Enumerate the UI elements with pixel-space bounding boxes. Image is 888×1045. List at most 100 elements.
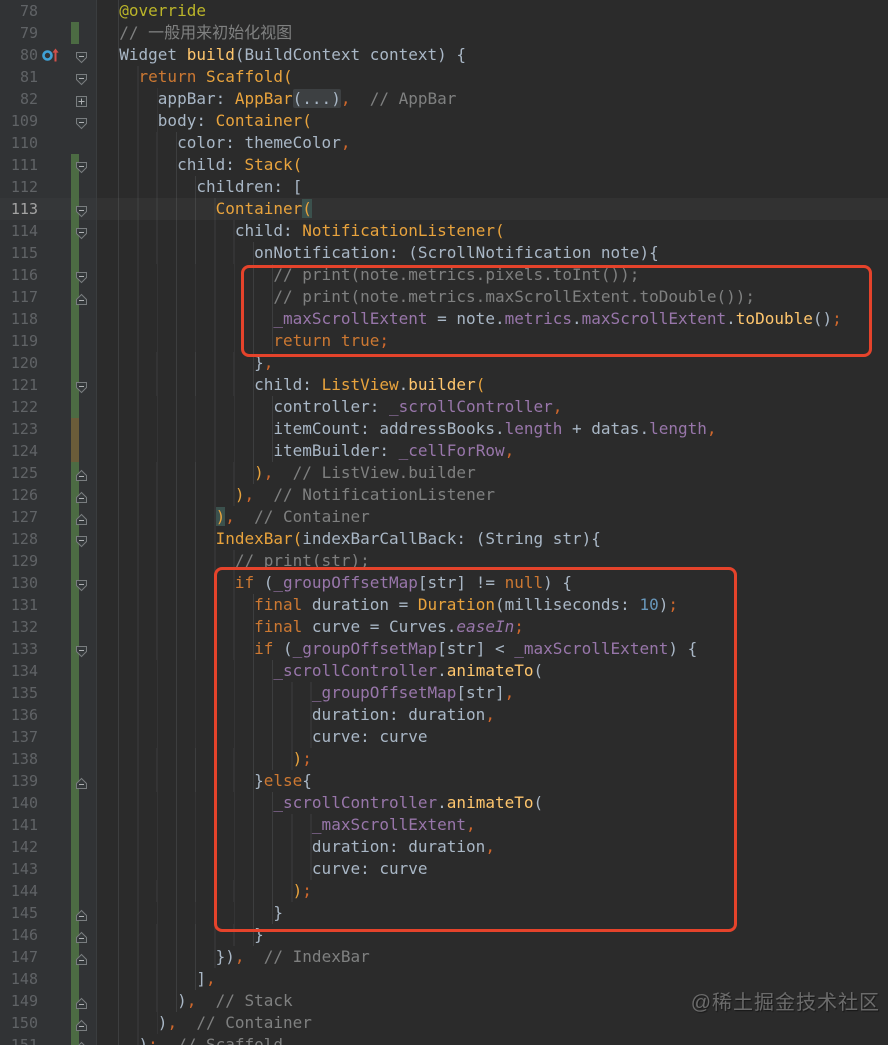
code-text[interactable]: // print(note.metrics.maxScrollExtent.to… xyxy=(97,286,888,308)
line-number[interactable]: 144 xyxy=(0,880,38,902)
fold-collapse-icon[interactable] xyxy=(75,950,88,965)
code-text[interactable]: curve: curve xyxy=(97,726,888,748)
line-number[interactable]: 116 xyxy=(0,264,38,286)
line-number[interactable]: 109 xyxy=(0,110,38,132)
line-number[interactable]: 136 xyxy=(0,704,38,726)
line-number[interactable]: 114 xyxy=(0,220,38,242)
line-number[interactable]: 78 xyxy=(0,0,38,22)
fold-collapse-icon[interactable] xyxy=(75,114,88,130)
code-text[interactable]: child: ListView.builder( xyxy=(97,374,888,396)
line-number[interactable]: 134 xyxy=(0,660,38,682)
code-text[interactable]: return Scaffold( xyxy=(97,66,888,88)
code-text[interactable]: body: Container( xyxy=(97,110,888,132)
fold-expand-icon[interactable] xyxy=(75,92,88,107)
code-line-78[interactable]: 78 @override xyxy=(0,0,888,22)
code-text[interactable]: itemBuilder: _cellForRow, xyxy=(97,440,888,462)
overriding-method-icon[interactable] xyxy=(41,47,61,63)
line-number[interactable]: 131 xyxy=(0,594,38,616)
code-text[interactable]: ); xyxy=(97,880,888,902)
fold-collapse-icon[interactable] xyxy=(75,378,88,394)
code-text[interactable]: controller: _scrollController, xyxy=(97,396,888,418)
code-line-81[interactable]: 81 return Scaffold( xyxy=(0,66,888,88)
code-line-151[interactable]: 151 ); // Scaffold xyxy=(0,1034,888,1045)
code-line-121[interactable]: 121 child: ListView.builder( xyxy=(0,374,888,396)
code-text[interactable]: } xyxy=(97,902,888,924)
code-text[interactable]: if (_groupOffsetMap[str] != null) { xyxy=(97,572,888,594)
line-number[interactable]: 129 xyxy=(0,550,38,572)
code-text[interactable]: final duration = Duration(milliseconds: … xyxy=(97,594,888,616)
code-line-114[interactable]: 114 child: NotificationListener( xyxy=(0,220,888,242)
code-text[interactable]: Container( xyxy=(97,198,888,220)
line-number[interactable]: 145 xyxy=(0,902,38,924)
line-number[interactable]: 111 xyxy=(0,154,38,176)
code-line-137[interactable]: 137 curve: curve xyxy=(0,726,888,748)
line-number[interactable]: 147 xyxy=(0,946,38,968)
line-number[interactable]: 113 xyxy=(0,198,38,220)
code-text[interactable]: _groupOffsetMap[str], xyxy=(97,682,888,704)
line-number[interactable]: 151 xyxy=(0,1034,38,1045)
line-number[interactable]: 126 xyxy=(0,484,38,506)
code-text[interactable]: ); // Scaffold xyxy=(97,1034,888,1045)
code-text[interactable]: @override xyxy=(97,0,888,22)
code-line-144[interactable]: 144 ); xyxy=(0,880,888,902)
fold-collapse-icon[interactable] xyxy=(75,1038,88,1045)
line-number[interactable]: 139 xyxy=(0,770,38,792)
line-number[interactable]: 127 xyxy=(0,506,38,528)
line-number[interactable]: 80 xyxy=(0,44,38,66)
line-number[interactable]: 138 xyxy=(0,748,38,770)
code-line-143[interactable]: 143 curve: curve xyxy=(0,858,888,880)
code-line-150[interactable]: 150 ), // Container xyxy=(0,1012,888,1034)
code-line-110[interactable]: 110 color: themeColor, xyxy=(0,132,888,154)
code-line-135[interactable]: 135 _groupOffsetMap[str], xyxy=(0,682,888,704)
code-line-133[interactable]: 133 if (_groupOffsetMap[str] < _maxScrol… xyxy=(0,638,888,660)
code-line-118[interactable]: 118 _maxScrollExtent = note.metrics.maxS… xyxy=(0,308,888,330)
line-number[interactable]: 137 xyxy=(0,726,38,748)
fold-collapse-icon[interactable] xyxy=(75,576,88,592)
fold-collapse-icon[interactable] xyxy=(75,70,88,86)
code-text[interactable]: onNotification: (ScrollNotification note… xyxy=(97,242,888,264)
code-line-123[interactable]: 123 itemCount: addressBooks.length + dat… xyxy=(0,418,888,440)
code-text[interactable]: }), // IndexBar xyxy=(97,946,888,968)
line-number[interactable]: 112 xyxy=(0,176,38,198)
code-text[interactable]: children: [ xyxy=(97,176,888,198)
fold-collapse-icon[interactable] xyxy=(75,994,88,1009)
code-text[interactable]: final curve = Curves.easeIn; xyxy=(97,616,888,638)
line-number[interactable]: 110 xyxy=(0,132,38,154)
fold-collapse-icon[interactable] xyxy=(75,532,88,548)
line-number[interactable]: 149 xyxy=(0,990,38,1012)
code-line-138[interactable]: 138 ); xyxy=(0,748,888,770)
code-line-131[interactable]: 131 final duration = Duration(millisecon… xyxy=(0,594,888,616)
fold-collapse-icon[interactable] xyxy=(75,928,88,943)
code-line-113[interactable]: 113 Container( xyxy=(0,198,888,220)
code-text[interactable]: color: themeColor, xyxy=(97,132,888,154)
code-text[interactable]: child: NotificationListener( xyxy=(97,220,888,242)
code-text[interactable]: return true; xyxy=(97,330,888,352)
code-line-120[interactable]: 120 }, xyxy=(0,352,888,374)
line-number[interactable]: 119 xyxy=(0,330,38,352)
code-text[interactable]: _maxScrollExtent = note.metrics.maxScrol… xyxy=(97,308,888,330)
code-line-136[interactable]: 136 duration: duration, xyxy=(0,704,888,726)
line-number[interactable]: 115 xyxy=(0,242,38,264)
code-line-117[interactable]: 117 // print(note.metrics.maxScrollExten… xyxy=(0,286,888,308)
code-text[interactable]: curve: curve xyxy=(97,858,888,880)
code-line-122[interactable]: 122 controller: _scrollController, xyxy=(0,396,888,418)
fold-collapse-icon[interactable] xyxy=(75,224,88,240)
code-line-134[interactable]: 134 _scrollController.animateTo( xyxy=(0,660,888,682)
line-number[interactable]: 135 xyxy=(0,682,38,704)
code-text[interactable]: _maxScrollExtent, xyxy=(97,814,888,836)
code-line-111[interactable]: 111 child: Stack( xyxy=(0,154,888,176)
code-line-126[interactable]: 126 ), // NotificationListener xyxy=(0,484,888,506)
line-number[interactable]: 150 xyxy=(0,1012,38,1034)
code-line-128[interactable]: 128 IndexBar(indexBarCallBack: (String s… xyxy=(0,528,888,550)
code-text[interactable]: ), // NotificationListener xyxy=(97,484,888,506)
code-text[interactable]: _scrollController.animateTo( xyxy=(97,792,888,814)
fold-collapse-icon[interactable] xyxy=(75,466,88,481)
code-text[interactable]: ); xyxy=(97,748,888,770)
fold-collapse-icon[interactable] xyxy=(75,1016,88,1031)
line-number[interactable]: 133 xyxy=(0,638,38,660)
code-text[interactable]: ), // ListView.builder xyxy=(97,462,888,484)
code-line-130[interactable]: 130 if (_groupOffsetMap[str] != null) { xyxy=(0,572,888,594)
code-line-82[interactable]: 82 appBar: AppBar(...), // AppBar xyxy=(0,88,888,110)
code-text[interactable]: // print(str); xyxy=(97,550,888,572)
line-number[interactable]: 143 xyxy=(0,858,38,880)
